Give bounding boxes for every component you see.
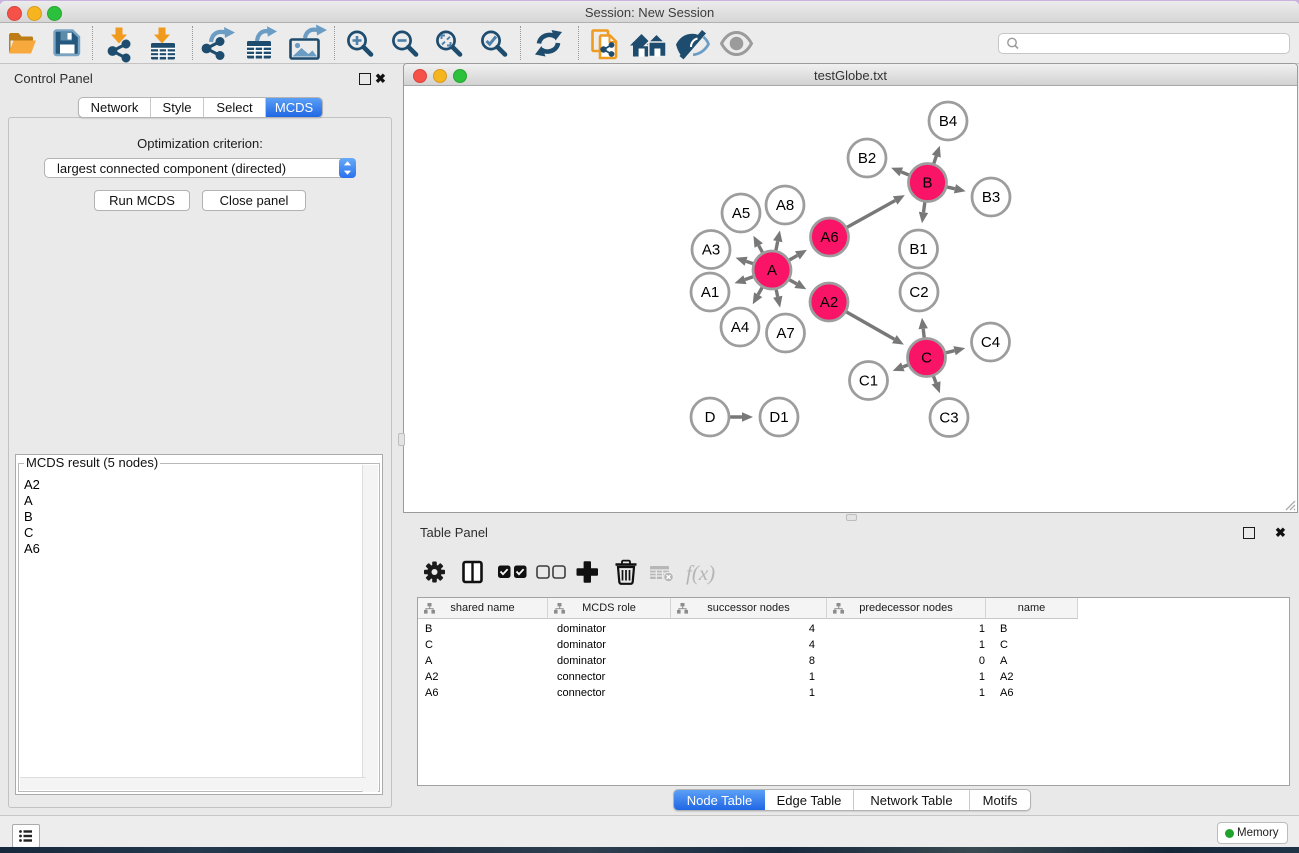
svg-text:A2: A2 (820, 294, 838, 311)
svg-text:f(x): f(x) (686, 561, 715, 585)
svg-text:A5: A5 (732, 205, 750, 222)
svg-text:C: C (921, 350, 932, 367)
svg-text:B2: B2 (858, 150, 876, 167)
svg-text:A4: A4 (731, 319, 749, 336)
svg-text:C2: C2 (909, 284, 928, 301)
svg-text:D: D (705, 409, 716, 426)
svg-text:B1: B1 (909, 241, 927, 258)
svg-text:B3: B3 (982, 189, 1000, 206)
svg-text:D1: D1 (769, 409, 788, 426)
svg-text:A: A (767, 262, 777, 279)
svg-text:A1: A1 (701, 284, 719, 301)
svg-text:B4: B4 (939, 113, 957, 130)
svg-text:B: B (922, 175, 932, 192)
svg-text:A7: A7 (776, 325, 794, 342)
svg-text:A8: A8 (776, 197, 794, 214)
svg-text:C4: C4 (981, 334, 1000, 351)
svg-text:C1: C1 (859, 373, 878, 390)
svg-text:A6: A6 (820, 229, 838, 246)
svg-text:A3: A3 (702, 242, 720, 259)
svg-text:C3: C3 (939, 410, 958, 427)
